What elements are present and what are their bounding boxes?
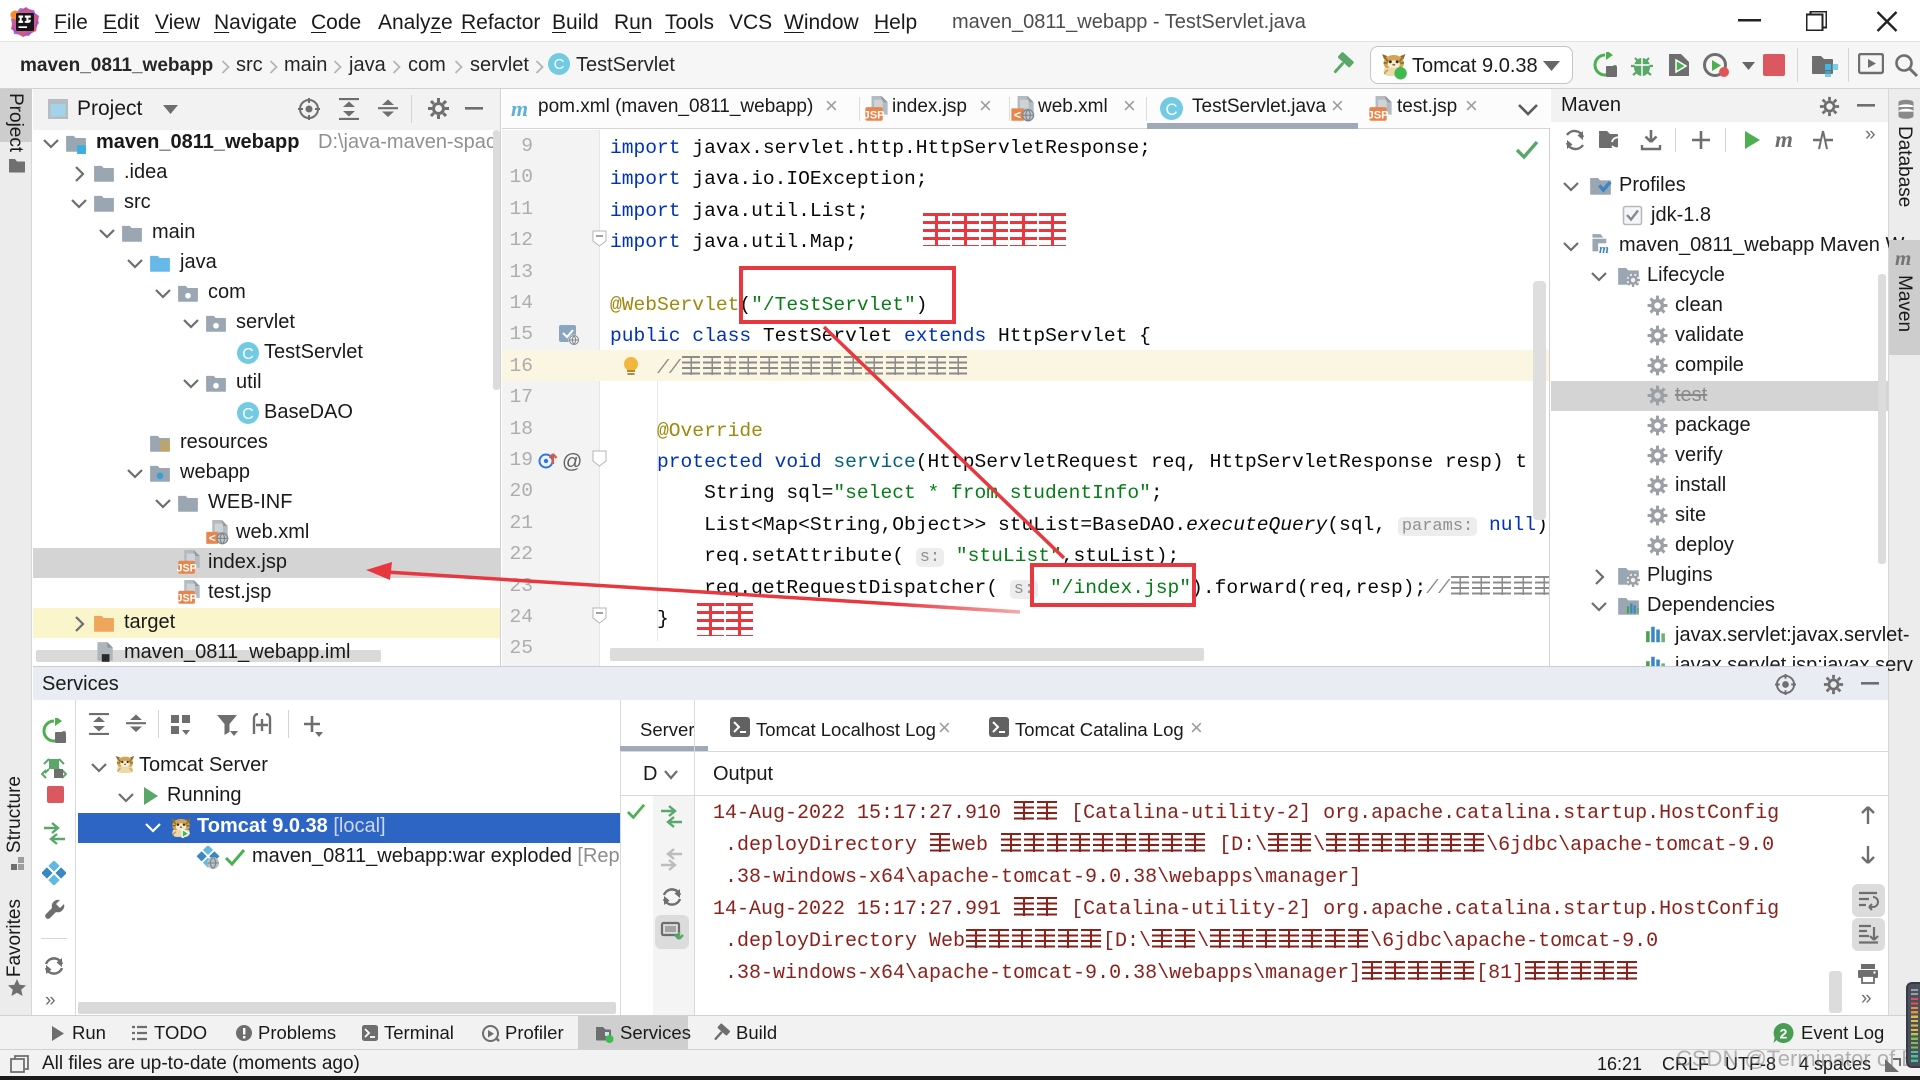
svg-text:m: m [511,98,528,120]
svg-text:m: m [1895,247,1911,269]
svg-text:C: C [554,56,565,73]
svg-text:2: 2 [1780,1026,1788,1042]
svg-text:m: m [1775,130,1793,150]
